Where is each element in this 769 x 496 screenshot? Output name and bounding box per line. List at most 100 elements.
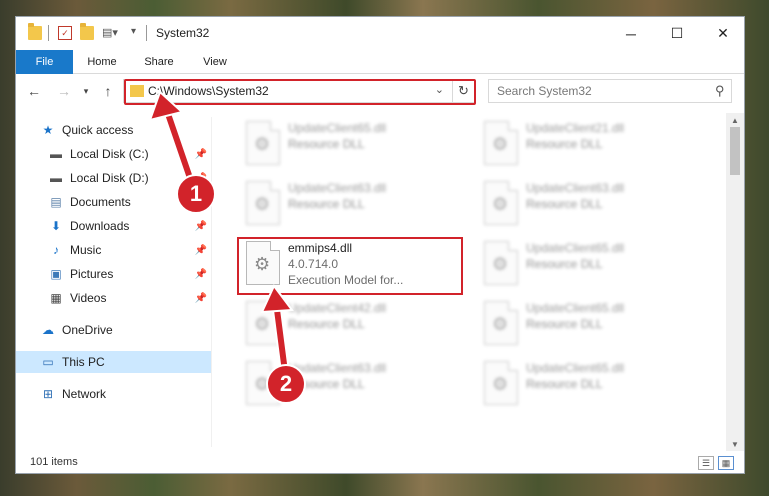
qat-dropdown-icon[interactable]: ▾	[131, 26, 136, 37]
file-name: UpdateClient65.dll	[526, 301, 625, 315]
file-name: UpdateClient42.dll	[288, 301, 387, 315]
maximize-button[interactable]: ☐	[654, 17, 700, 50]
videos-icon: ▦	[50, 291, 62, 305]
search-icon[interactable]: ⚲	[715, 83, 725, 99]
tab-share[interactable]: Share	[134, 50, 184, 74]
network-icon: ⊞	[42, 387, 54, 401]
music-icon: ♪	[53, 243, 59, 257]
title-divider	[146, 25, 147, 41]
step-badge-1: 1	[176, 174, 216, 214]
download-icon: ⬇	[50, 219, 62, 233]
tab-home[interactable]: Home	[78, 50, 126, 74]
file-description: Resource DLL	[288, 197, 365, 211]
step-badge-2: 2	[266, 364, 306, 404]
recent-locations-button[interactable]: ▾	[76, 80, 96, 102]
file-tile[interactable]: ⚙ UpdateClient63.dll Resource DLL	[478, 177, 698, 233]
file-tile[interactable]: ⚙ UpdateClient65.dll Resource DLL	[478, 357, 698, 413]
tab-view[interactable]: View	[192, 50, 238, 74]
sidebar-divider	[211, 117, 212, 447]
computer-icon: ▭	[42, 355, 54, 369]
gear-icon: ⚙	[492, 374, 509, 394]
vertical-scrollbar[interactable]: ▲ ▼	[726, 113, 744, 451]
sidebar-item-label: This PC	[62, 355, 105, 369]
file-name: UpdateClient65.dll	[526, 361, 625, 375]
up-button[interactable]: ↑	[98, 80, 118, 102]
sidebar-item-label: Local Disk (D:)	[70, 171, 149, 185]
new-folder-icon[interactable]	[80, 23, 94, 40]
dll-file-icon: ⚙	[484, 241, 518, 285]
sidebar-item-network[interactable]: ⊞ Network	[16, 383, 211, 405]
drive-icon: ▬	[50, 171, 62, 185]
gear-icon: ⚙	[254, 194, 271, 214]
address-highlight-box	[124, 79, 476, 105]
properties-icon[interactable]: ✓	[58, 26, 72, 40]
dll-file-icon: ⚙	[246, 181, 280, 225]
gear-icon: ⚙	[254, 314, 271, 334]
sidebar-item-videos[interactable]: ▦ Videos 📌	[16, 287, 211, 309]
dll-file-icon: ⚙	[246, 121, 280, 165]
window-title: System32	[156, 26, 210, 40]
customize-icon[interactable]: ▤▾	[102, 26, 118, 40]
file-highlight-box	[237, 237, 463, 295]
sidebar-item-label: Music	[70, 243, 102, 257]
scroll-down-icon[interactable]: ▼	[726, 437, 744, 451]
sidebar-item-label: Downloads	[70, 219, 130, 233]
file-tile[interactable]: ⚙ UpdateClient65.dll Resource DLL	[478, 237, 698, 293]
gear-icon: ⚙	[254, 134, 271, 154]
file-name: UpdateClient63.dll	[288, 181, 387, 195]
pin-icon[interactable]: 📌	[195, 245, 207, 256]
close-button[interactable]: ✕	[700, 17, 746, 50]
pin-icon[interactable]: 📌	[195, 293, 207, 304]
sidebar-item-label: Videos	[70, 291, 107, 305]
file-description: Resource DLL	[526, 257, 603, 271]
pin-icon[interactable]: 📌	[195, 149, 207, 160]
scroll-up-icon[interactable]: ▲	[726, 113, 744, 127]
details-view-icon[interactable]: ☰	[698, 456, 714, 470]
folder-icon[interactable]	[28, 23, 42, 40]
file-name: UpdateClient65.dll	[288, 121, 387, 135]
back-button[interactable]: ←	[24, 80, 44, 102]
file-tile[interactable]: ⚙ UpdateClient65.dll Resource DLL	[240, 117, 460, 173]
sidebar-item-quick-access[interactable]: ★ Quick access	[16, 119, 211, 141]
file-name: UpdateClient65.dll	[526, 241, 625, 255]
gear-icon: ⚙	[492, 314, 509, 334]
scrollbar-thumb[interactable]	[730, 127, 740, 175]
sidebar-item-pictures[interactable]: ▣ Pictures 📌	[16, 263, 211, 285]
title-bar: ✓ ▤▾ ▾ System32 ─ ☐ ✕	[16, 17, 744, 50]
item-count: 101 items	[30, 456, 78, 468]
file-tile[interactable]: ⚙ UpdateClient65.dll Resource DLL	[478, 297, 698, 353]
sidebar-item-this-pc[interactable]: ▭ This PC	[16, 351, 211, 373]
minimize-button[interactable]: ─	[608, 17, 654, 50]
large-icons-view-icon[interactable]: ▦	[718, 456, 734, 470]
file-name: UpdateClient63.dll	[526, 181, 625, 195]
gear-icon: ⚙	[492, 194, 509, 214]
dll-file-icon: ⚙	[484, 181, 518, 225]
file-tile[interactable]: ⚙ UpdateClient21.dll Resource DLL	[478, 117, 698, 173]
dll-file-icon: ⚙	[484, 301, 518, 345]
search-placeholder: Search System32	[497, 84, 592, 98]
dll-file-icon: ⚙	[484, 361, 518, 405]
file-name: UpdateClient21.dll	[526, 121, 625, 135]
sidebar-item-label: OneDrive	[62, 323, 113, 337]
pin-icon[interactable]: 📌	[195, 221, 207, 232]
sidebar-item-onedrive[interactable]: ☁ OneDrive	[16, 319, 211, 341]
forward-button[interactable]: →	[54, 80, 74, 102]
sidebar-item-downloads[interactable]: ⬇ Downloads 📌	[16, 215, 211, 237]
file-tile[interactable]: ⚙ UpdateClient63.dll Resource DLL	[240, 177, 460, 233]
gear-icon: ⚙	[492, 134, 509, 154]
file-description: Resource DLL	[526, 317, 603, 331]
sidebar-item-local-disk-c[interactable]: ▬ Local Disk (C:) 📌	[16, 143, 211, 165]
sidebar-item-music[interactable]: ♪ Music 📌	[16, 239, 211, 261]
navigation-pane: ★ Quick access ▬ Local Disk (C:) 📌 ▬ Loc…	[16, 117, 211, 447]
sidebar-item-label: Network	[62, 387, 107, 401]
sidebar-item-label: Quick access	[62, 123, 134, 137]
status-bar: 101 items ☰ ▦	[16, 453, 744, 475]
search-input[interactable]: Search System32 ⚲	[488, 79, 732, 103]
pin-icon[interactable]: 📌	[195, 269, 207, 280]
documents-icon: ▤	[50, 195, 62, 209]
qat-divider	[48, 25, 49, 41]
tab-file[interactable]: File	[16, 50, 73, 74]
cloud-icon: ☁	[42, 323, 54, 337]
pictures-icon: ▣	[50, 267, 62, 281]
file-tile[interactable]: ⚙ UpdateClient42.dll Resource DLL	[240, 297, 460, 353]
